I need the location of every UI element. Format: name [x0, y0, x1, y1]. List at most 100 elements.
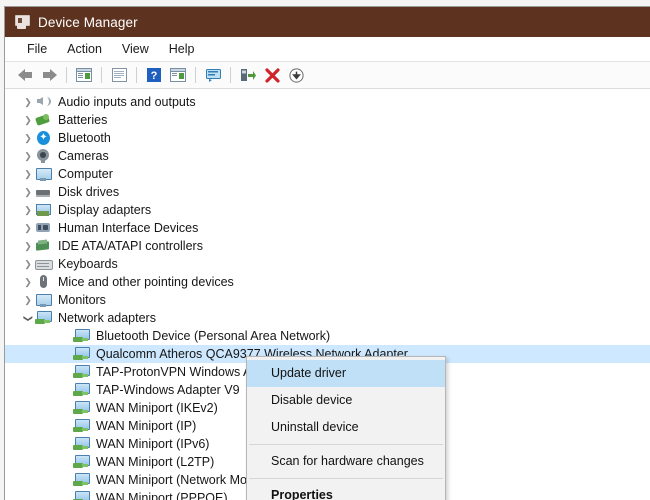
- network-adapter-icon: [73, 364, 90, 380]
- toolbar-separator: [136, 67, 137, 83]
- svg-text:?: ?: [151, 70, 158, 82]
- tree-item-disk-drives[interactable]: ❯ Disk drives: [5, 183, 650, 201]
- context-menu[interactable]: Update driver Disable device Uninstall d…: [246, 356, 446, 500]
- network-adapter-icon: [73, 328, 90, 344]
- mouse-icon: [35, 274, 51, 290]
- tree-item-ide-ata-atapi-controllers[interactable]: ❯ IDE ATA/ATAPI controllers: [5, 237, 650, 255]
- tree-item-label: Mice and other pointing devices: [58, 275, 234, 289]
- toolbar-separator: [195, 67, 196, 83]
- tree-item-bluetooth[interactable]: ❯ ✦ Bluetooth: [5, 129, 650, 147]
- tree-item-label: WAN Miniport (L2TP): [96, 455, 215, 469]
- device-manager-icon: [14, 14, 30, 30]
- device-manager-window: Device Manager File Action View Help ? ❯…: [4, 6, 650, 500]
- ctx-scan-hardware-changes[interactable]: Scan for hardware changes: [247, 448, 445, 475]
- tree-item-label: Cameras: [58, 149, 109, 163]
- tree-item-label: Disk drives: [58, 185, 120, 199]
- device-manager-screenshot: Device Manager File Action View Help ? ❯…: [0, 0, 650, 500]
- tree-item-label: TAP-Windows Adapter V9: [96, 383, 240, 397]
- camera-icon: [35, 148, 51, 164]
- tree-item-label: Audio inputs and outputs: [58, 95, 196, 109]
- tree-item-label: Batteries: [58, 113, 108, 127]
- ide-controller-icon: [35, 238, 51, 254]
- ctx-uninstall-device[interactable]: Uninstall device: [247, 414, 445, 441]
- tree-item-mice-and-other-pointing-devices[interactable]: ❯ Mice and other pointing devices: [5, 273, 650, 291]
- help-icon[interactable]: ?: [142, 64, 166, 86]
- tree-item-label: WAN Miniport (IPv6): [96, 437, 210, 451]
- context-menu-separator: [249, 444, 443, 445]
- chevron-right-icon[interactable]: ❯: [21, 133, 35, 143]
- network-adapter-icon: [73, 490, 90, 500]
- chevron-right-icon[interactable]: ❯: [21, 97, 35, 107]
- network-adapter-icon: [35, 310, 52, 326]
- computer-icon: [35, 166, 52, 182]
- menu-view[interactable]: View: [112, 40, 159, 59]
- disk-drive-icon: [35, 184, 51, 200]
- chevron-down-icon[interactable]: ❯: [24, 311, 34, 325]
- network-adapter-icon: [73, 400, 90, 416]
- context-menu-separator: [249, 478, 443, 479]
- chevron-right-icon[interactable]: ❯: [21, 205, 35, 215]
- tree-item-monitors[interactable]: ❯ Monitors: [5, 291, 650, 309]
- update-driver-icon[interactable]: [236, 64, 260, 86]
- chevron-right-icon[interactable]: ❯: [21, 115, 35, 125]
- tree-item-label: Computer: [58, 167, 113, 181]
- toolbar-separator: [230, 67, 231, 83]
- display-adapter-icon: [35, 202, 51, 218]
- tree-item-label: WAN Miniport (IP): [96, 419, 197, 433]
- tree-item-display-adapters[interactable]: ❯ Display adapters: [5, 201, 650, 219]
- chevron-right-icon[interactable]: ❯: [21, 259, 35, 269]
- back-arrow-icon[interactable]: [13, 64, 37, 86]
- tree-item-label: Human Interface Devices: [58, 221, 199, 235]
- scan-monitor-icon[interactable]: [201, 64, 225, 86]
- chevron-right-icon[interactable]: ❯: [21, 277, 35, 287]
- network-adapter-icon: [73, 382, 90, 398]
- network-adapter-icon: [73, 346, 90, 362]
- tree-item-computer[interactable]: ❯ Computer: [5, 165, 650, 183]
- tree-item-batteries[interactable]: ❯ Batteries: [5, 111, 650, 129]
- chevron-right-icon[interactable]: ❯: [21, 295, 35, 305]
- tree-item-bluetooth-device-pan[interactable]: Bluetooth Device (Personal Area Network): [5, 327, 650, 345]
- menu-help[interactable]: Help: [159, 40, 205, 59]
- menu-action[interactable]: Action: [57, 40, 112, 59]
- ctx-update-driver[interactable]: Update driver: [247, 360, 445, 387]
- forward-arrow-icon[interactable]: [37, 64, 61, 86]
- network-adapter-icon: [73, 472, 90, 488]
- tree-item-label: Monitors: [58, 293, 106, 307]
- tree-item-cameras[interactable]: ❯ Cameras: [5, 147, 650, 165]
- toolbar-separator: [66, 67, 67, 83]
- network-adapter-icon: [73, 418, 90, 434]
- menu-file[interactable]: File: [17, 40, 57, 59]
- battery-icon: [35, 112, 51, 128]
- ctx-disable-device[interactable]: Disable device: [247, 387, 445, 414]
- tree-item-label: Bluetooth: [58, 131, 111, 145]
- network-adapter-icon: [73, 454, 90, 470]
- chevron-right-icon[interactable]: ❯: [21, 241, 35, 251]
- keyboard-icon: [35, 256, 53, 272]
- hid-icon: [35, 220, 51, 236]
- show-hide-action-pane-icon[interactable]: [166, 64, 190, 86]
- chevron-right-icon[interactable]: ❯: [21, 187, 35, 197]
- chevron-right-icon[interactable]: ❯: [21, 223, 35, 233]
- ctx-properties[interactable]: Properties: [247, 482, 445, 500]
- tree-item-audio-inputs-and-outputs[interactable]: ❯ Audio inputs and outputs: [5, 93, 650, 111]
- tree-item-label: Display adapters: [58, 203, 152, 217]
- network-adapter-icon: [73, 436, 90, 452]
- window-title: Device Manager: [38, 14, 138, 30]
- tree-item-label: Keyboards: [58, 257, 118, 271]
- tree-item-human-interface-devices[interactable]: ❯ Human Interface Devices: [5, 219, 650, 237]
- bluetooth-icon: ✦: [35, 130, 51, 146]
- show-hide-console-tree-icon[interactable]: [72, 64, 96, 86]
- tree-item-label: WAN Miniport (IKEv2): [96, 401, 218, 415]
- chevron-right-icon[interactable]: ❯: [21, 151, 35, 161]
- tree-item-label: Network adapters: [58, 311, 156, 325]
- chevron-right-icon[interactable]: ❯: [21, 169, 35, 179]
- window-titlebar: Device Manager: [5, 7, 650, 37]
- properties-icon[interactable]: [107, 64, 131, 86]
- uninstall-device-icon[interactable]: [260, 64, 284, 86]
- menubar: File Action View Help: [5, 37, 650, 62]
- tree-item-network-adapters[interactable]: ❯ Network adapters: [5, 309, 650, 327]
- tree-item-keyboards[interactable]: ❯ Keyboards: [5, 255, 650, 273]
- disable-device-icon[interactable]: [284, 64, 308, 86]
- tree-item-label: WAN Miniport (PPPOE): [96, 491, 228, 500]
- toolbar: ?: [5, 62, 650, 89]
